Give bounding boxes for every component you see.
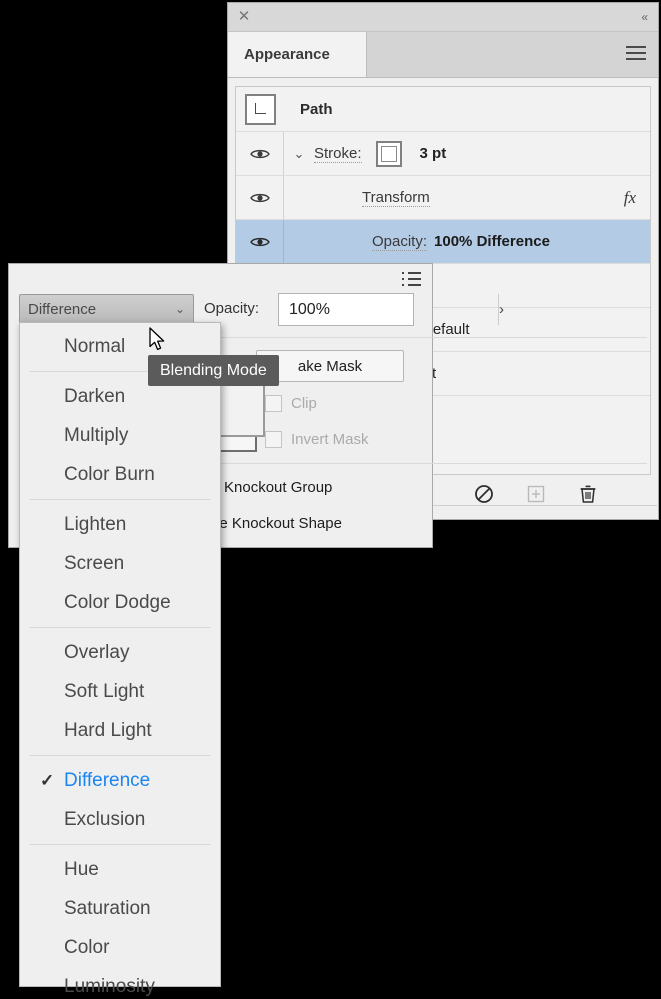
- menu-item-label: Overlay: [64, 642, 129, 664]
- invert-mask-checkbox-row[interactable]: Invert Mask: [265, 431, 369, 448]
- clip-checkbox-row[interactable]: Clip: [265, 395, 317, 412]
- add-new-effect-icon[interactable]: [525, 483, 547, 505]
- eye-visible-icon[interactable]: [236, 132, 284, 175]
- menu-item-label: Darken: [64, 386, 125, 408]
- menu-separator: [30, 755, 210, 756]
- tab-appearance[interactable]: Appearance: [228, 32, 367, 77]
- stroke-color-swatch[interactable]: [376, 141, 402, 167]
- invert-mask-checkbox-label: Invert Mask: [291, 431, 369, 448]
- menu-item-luminosity[interactable]: Luminosity: [20, 967, 220, 999]
- disclosure-triangle-stroke[interactable]: ⌄: [284, 146, 314, 162]
- menu-item-difference[interactable]: ✓ Difference: [20, 761, 220, 800]
- appearance-row-stroke-label[interactable]: Stroke:: [314, 145, 362, 163]
- tooltip-text: Blending Mode: [160, 362, 267, 380]
- menu-item-label: Color Burn: [64, 464, 155, 486]
- menu-item-label: Hue: [64, 859, 99, 881]
- clip-checkbox[interactable]: [265, 395, 282, 412]
- screen-root: ✕ « Appearance Path: [0, 0, 661, 999]
- appearance-row-opacity-label[interactable]: Opacity:: [372, 233, 427, 251]
- menu-separator: [30, 499, 210, 500]
- appearance-target-label: Path: [300, 101, 333, 118]
- close-icon[interactable]: ✕: [236, 9, 252, 25]
- opacity-stepper-icon[interactable]: ›: [498, 294, 504, 325]
- menu-item-label: Multiply: [64, 425, 128, 447]
- appearance-row-opacity-value[interactable]: 100% Difference: [434, 233, 550, 250]
- blending-mode-menu: Normal Darken Multiply Color Burn Lighten Scr…: [19, 322, 221, 987]
- path-thumbnail-cell: [236, 87, 284, 131]
- clip-checkbox-label: Clip: [291, 395, 317, 412]
- menu-item-hard-light[interactable]: Hard Light: [20, 711, 220, 750]
- appearance-row-stroke-value[interactable]: 3 pt: [420, 145, 447, 162]
- delete-icon[interactable]: [577, 483, 599, 505]
- menu-item-label: Lighten: [64, 514, 126, 536]
- menu-item-color[interactable]: Color: [20, 928, 220, 967]
- eye-visible-icon[interactable]: [236, 220, 284, 263]
- chevron-down-icon: ⌄: [175, 302, 185, 316]
- menu-item-label: Soft Light: [64, 681, 144, 703]
- menu-item-label: Luminosity: [64, 976, 155, 998]
- fx-icon[interactable]: fx: [624, 188, 636, 208]
- appearance-target-row[interactable]: Path: [236, 87, 650, 132]
- invert-mask-checkbox[interactable]: [265, 431, 282, 448]
- appearance-row-stroke[interactable]: ⌄ Stroke: 3 pt: [236, 132, 650, 176]
- appearance-row-opacity[interactable]: Opacity: 100% Difference: [236, 220, 650, 264]
- menu-item-label: Exclusion: [64, 809, 145, 831]
- opacity-field-group[interactable]: ›: [278, 293, 414, 326]
- menu-item-soft-light[interactable]: Soft Light: [20, 672, 220, 711]
- menu-item-multiply[interactable]: Multiply: [20, 416, 220, 455]
- path-thumbnail-icon: [245, 94, 276, 125]
- no-effect-icon[interactable]: [473, 483, 495, 505]
- appearance-row-transform-label[interactable]: Transform: [362, 189, 430, 207]
- menu-item-lighten[interactable]: Lighten: [20, 505, 220, 544]
- menu-item-label: Screen: [64, 553, 124, 575]
- panel-titlebar: ✕ «: [228, 3, 658, 32]
- menu-item-label: Difference: [64, 770, 150, 792]
- menu-item-label: Normal: [64, 336, 125, 358]
- opacity-label: Opacity:: [204, 300, 259, 317]
- menu-item-label: Hard Light: [64, 720, 152, 742]
- menu-item-hue[interactable]: Hue: [20, 850, 220, 889]
- menu-item-screen[interactable]: Screen: [20, 544, 220, 583]
- menu-separator: [30, 627, 210, 628]
- panel-tabstrip: Appearance: [228, 32, 658, 78]
- hamburger-icon[interactable]: [626, 46, 646, 62]
- menu-item-label: Saturation: [64, 898, 151, 920]
- menu-separator: [30, 844, 210, 845]
- menu-item-color-burn[interactable]: Color Burn: [20, 455, 220, 494]
- opacity-input[interactable]: [279, 300, 498, 320]
- blending-mode-value: Difference: [28, 301, 175, 318]
- knockout-shape-label[interactable]: ne Knockout Shape: [211, 515, 342, 532]
- menu-item-label: Color Dodge: [64, 592, 171, 614]
- menu-item-exclusion[interactable]: Exclusion: [20, 800, 220, 839]
- panel-options-icon[interactable]: [402, 272, 421, 286]
- collapse-panel-icon[interactable]: «: [641, 9, 648, 25]
- tab-appearance-label: Appearance: [244, 46, 330, 63]
- menu-item-label: Color: [64, 937, 109, 959]
- check-icon: ✓: [40, 771, 54, 791]
- appearance-row-transform[interactable]: Transform fx: [236, 176, 650, 220]
- menu-item-saturation[interactable]: Saturation: [20, 889, 220, 928]
- eye-visible-icon[interactable]: [236, 176, 284, 219]
- blending-mode-select[interactable]: Difference ⌄: [19, 294, 194, 324]
- tooltip: Blending Mode: [148, 355, 279, 386]
- menu-item-overlay[interactable]: Overlay: [20, 633, 220, 672]
- menu-item-color-dodge[interactable]: Color Dodge: [20, 583, 220, 622]
- knockout-group-label[interactable]: Knockout Group: [224, 479, 332, 496]
